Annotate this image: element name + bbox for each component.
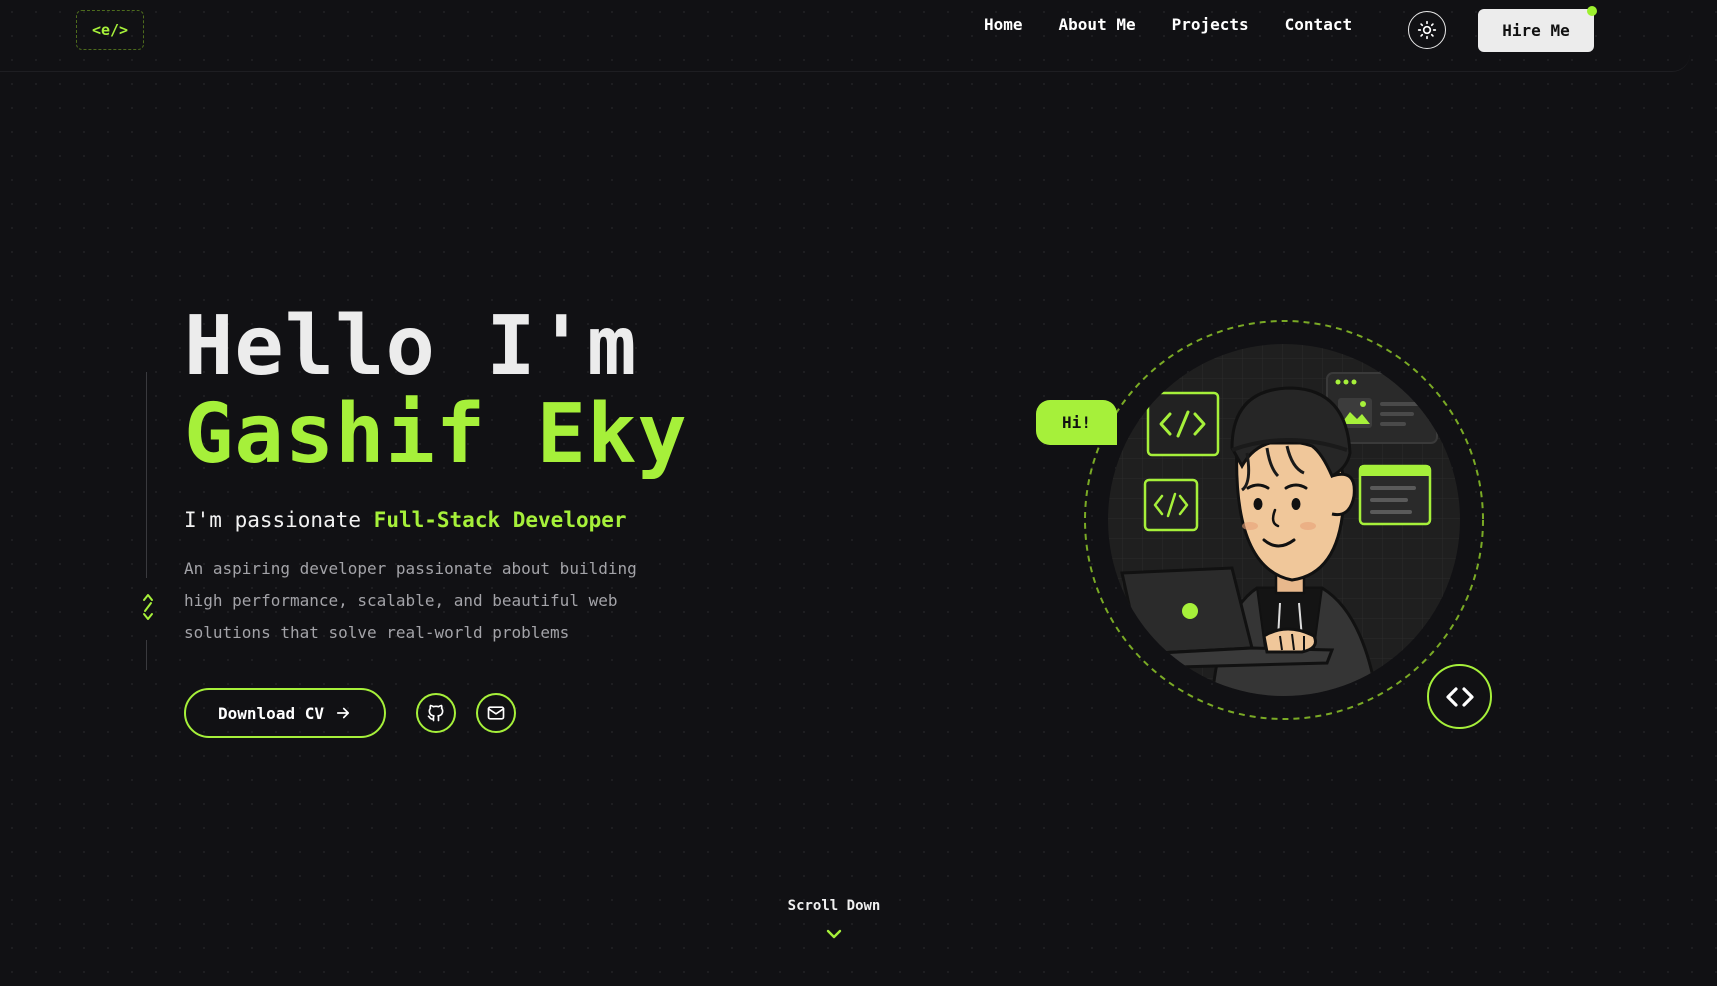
nav-link-projects[interactable]: Projects [1172,14,1249,36]
top-navbar: <e/> Home About Me Projects Contact Hire… [0,0,1690,72]
nav-link-contact[interactable]: Contact [1285,14,1352,36]
tagline-role: Full-Stack Developer [373,508,627,532]
sun-icon [1417,20,1437,40]
hire-me-button[interactable]: Hire Me [1478,6,1597,52]
tagline-prefix: I'm passionate [184,508,362,532]
ui-card-icon [1358,464,1432,526]
developer-illustration [1082,318,1486,722]
hi-speech-bubble: Hi! [1036,400,1117,445]
github-link[interactable] [416,693,456,733]
mail-icon [487,706,505,720]
chevron-down-icon[interactable] [825,926,843,945]
nav-link-home[interactable]: Home [984,14,1023,36]
arrow-right-icon [334,704,352,722]
download-cv-button[interactable]: Download CV [184,688,386,738]
nav-menu: Home About Me Projects Contact [984,14,1388,36]
scroll-down-label[interactable]: Scroll Down [0,898,1668,914]
code-icon [1445,686,1474,707]
hero-tagline: I'm passionate Full-Stack Developer [184,508,627,532]
hire-me-label: Hire Me [1502,21,1570,40]
email-link[interactable] [476,693,516,733]
site-logo[interactable]: <e/> [76,10,144,50]
nav-link-about[interactable]: About Me [1059,14,1136,36]
hero-greeting: Hello I'm [184,299,638,394]
side-divider-top [146,372,147,578]
hero-name: Gashif Eky [184,387,688,482]
side-divider-bottom [146,640,147,670]
code-slash-icon [140,592,156,625]
download-cv-label: Download CV [218,703,324,723]
status-dot [1587,6,1597,16]
theme-toggle-button[interactable] [1408,11,1446,49]
hero-description: An aspiring developer passionate about b… [184,559,637,642]
code-icon-badge [1427,664,1492,729]
github-icon [427,704,444,722]
